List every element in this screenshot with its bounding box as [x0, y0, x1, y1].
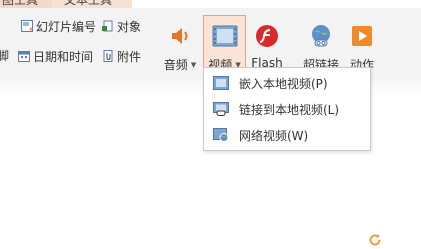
- attachment-icon: [102, 49, 114, 64]
- embed-video-icon: [213, 76, 229, 90]
- audio-button[interactable]: 音频 ▼: [161, 16, 199, 76]
- attachment-button[interactable]: 附件: [102, 48, 141, 65]
- ribbon-insert-panel: 脚 # 幻灯片编号 对象 日期和时间 附件 音频 ▼ 视频 ▼ Flash 超链…: [0, 8, 421, 76]
- video-icon: [211, 22, 239, 50]
- action-icon: [348, 22, 376, 50]
- tab-text-tools[interactable]: 文本工具: [52, 0, 132, 8]
- hyperlink-icon: [307, 22, 335, 50]
- ribbon-tab-strip: 图工具 文本工具: [0, 0, 421, 8]
- slide-number-button[interactable]: # 幻灯片编号: [21, 18, 96, 35]
- link-video-icon: [213, 102, 229, 116]
- date-time-button[interactable]: 日期和时间: [18, 48, 93, 65]
- menu-item-web-video[interactable]: 网络视频(W): [204, 122, 370, 148]
- chevron-down-icon: ▼: [190, 60, 197, 69]
- video-button[interactable]: 视频 ▼: [203, 15, 246, 74]
- slide-number-icon: #: [21, 19, 33, 34]
- date-time-icon: [18, 50, 30, 64]
- svg-text:#: #: [29, 27, 33, 32]
- tab-picture-tools[interactable]: 图工具: [0, 0, 52, 8]
- object-icon: [102, 20, 114, 34]
- refresh-icon: [368, 233, 382, 247]
- menu-item-link-local-video[interactable]: 链接到本地视频(L): [204, 96, 370, 122]
- audio-icon: [166, 22, 194, 50]
- object-button[interactable]: 对象: [102, 18, 141, 35]
- video-dropdown-menu: 嵌入本地视频(P) 链接到本地视频(L) 网络视频(W): [203, 67, 371, 151]
- truncated-ribbon-label: 脚: [0, 49, 10, 63]
- flash-icon: [253, 22, 281, 50]
- web-video-icon: [213, 128, 229, 142]
- menu-item-embed-local-video[interactable]: 嵌入本地视频(P): [204, 70, 370, 96]
